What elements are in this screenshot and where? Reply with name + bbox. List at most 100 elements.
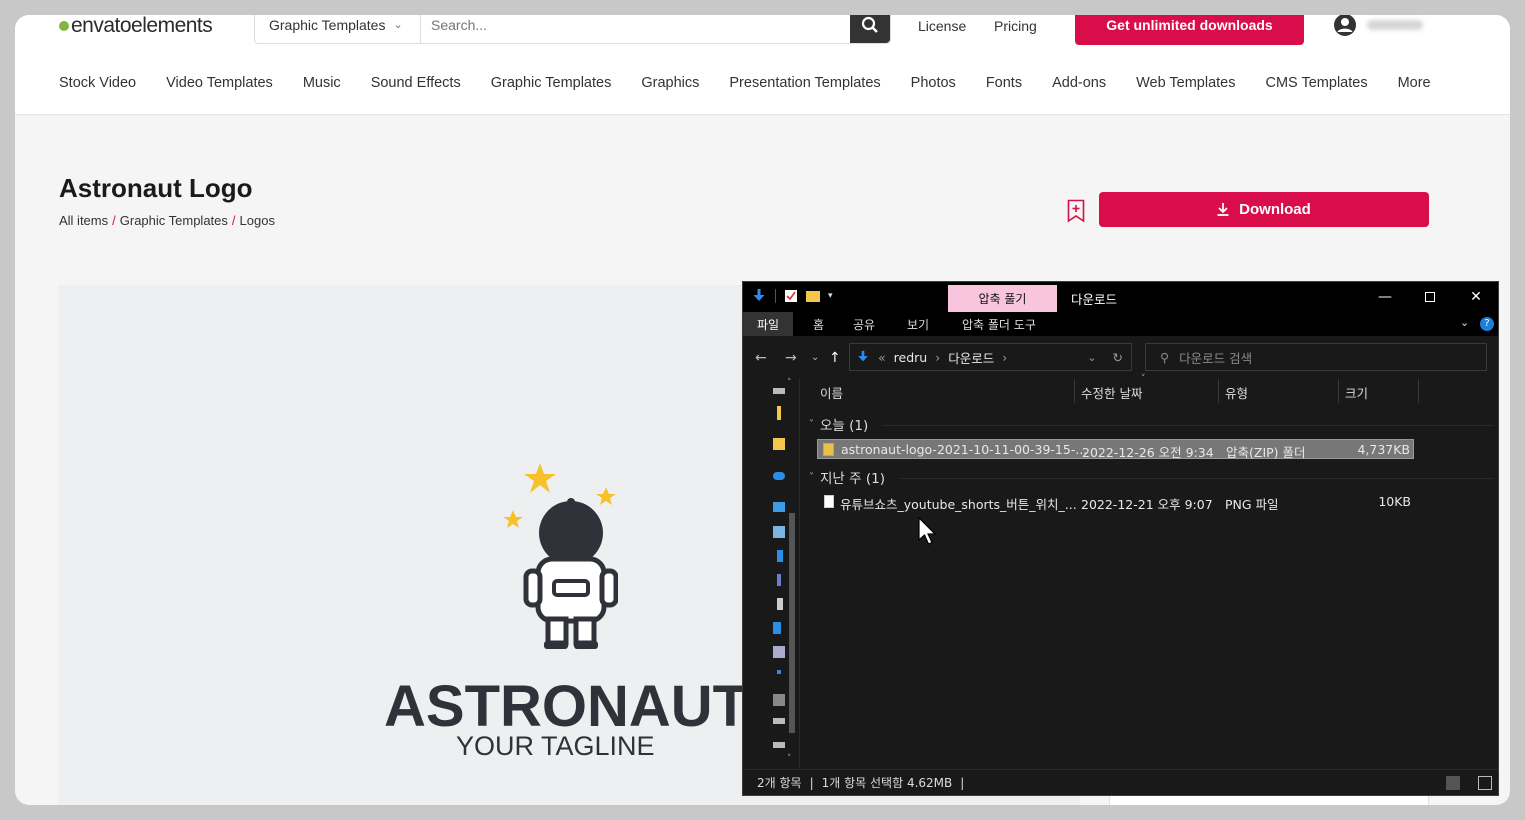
column-header-date[interactable]: 수정한 날짜 (1081, 383, 1142, 402)
envato-logo[interactable]: envatoelements (59, 15, 213, 37)
maximize-button[interactable] (1407, 282, 1453, 312)
mouse-cursor-icon (918, 517, 937, 545)
pricing-link[interactable]: Pricing (994, 15, 1037, 37)
add-to-collection-button[interactable] (1067, 199, 1085, 228)
maximize-icon (1425, 292, 1435, 302)
nav-item-photos[interactable]: Photos (911, 75, 956, 91)
column-header-size[interactable]: 크기 (1345, 383, 1368, 402)
customize-quick-access-icon[interactable]: ▾ (828, 291, 833, 301)
search-category-select[interactable]: Graphic Templates ⌄ (255, 15, 421, 43)
this-pc-icon[interactable] (773, 502, 785, 512)
path-segment-user[interactable]: redru (894, 350, 928, 365)
desktop-folder-icon[interactable] (773, 622, 781, 634)
search-input[interactable] (421, 15, 850, 43)
group-label: 오늘 (1) (820, 418, 869, 434)
ribbon-tab-home[interactable]: 홈 (813, 316, 824, 333)
documents-folder-icon[interactable] (777, 598, 783, 610)
onedrive-icon[interactable] (773, 472, 785, 480)
drive-icon[interactable] (773, 718, 785, 724)
collapse-chevron-icon[interactable]: ˅ (809, 472, 814, 483)
download-folder-icon[interactable] (751, 288, 767, 304)
nav-item-video-templates[interactable]: Video Templates (166, 75, 273, 91)
explorer-titlebar: ▾ 압축 풀기 다운로드 — ✕ (743, 282, 1498, 312)
nav-item-more[interactable]: More (1398, 75, 1431, 91)
search-button[interactable] (850, 15, 890, 43)
up-arrow-icon[interactable]: ↑ (829, 350, 841, 366)
address-dropdown-icon[interactable]: ⌄ (1087, 351, 1096, 364)
quick-access-toolbar: ▾ (751, 288, 833, 304)
videos-folder-icon[interactable] (777, 574, 781, 586)
account-name-blurred (1367, 20, 1423, 30)
file-date: 2022-12-26 오전 9:34 (1082, 445, 1214, 460)
nav-item-stock-video[interactable]: Stock Video (59, 75, 136, 91)
column-divider[interactable] (1418, 379, 1419, 403)
column-header-type[interactable]: 유형 (1225, 383, 1248, 402)
path-chevron-icon: › (935, 349, 941, 365)
music-folder-icon[interactable] (777, 670, 781, 674)
navigation-scrollbar[interactable]: ˄ ˅ (787, 378, 797, 768)
folder-icon[interactable] (777, 406, 781, 420)
nav-item-graphic-templates[interactable]: Graphic Templates (491, 75, 612, 91)
nav-item-music[interactable]: Music (303, 75, 341, 91)
zip-folder-icon (823, 443, 834, 456)
ribbon-tab-file[interactable]: 파일 (743, 312, 794, 336)
pictures-folder-icon[interactable] (773, 646, 785, 658)
scrollbar-thumb[interactable] (789, 513, 795, 733)
network-icon[interactable] (773, 742, 785, 748)
file-row[interactable]: 유튜브쇼츠_youtube_shorts_버튼_위치_... 2022-12-2… (817, 492, 1414, 512)
ribbon-tab-view[interactable]: 보기 (907, 316, 929, 333)
column-header-name[interactable]: 이름 (820, 383, 843, 402)
folder-icon[interactable] (773, 438, 785, 450)
address-bar[interactable]: « redru › 다운로드 › ⌄ ↻ (849, 343, 1132, 371)
get-unlimited-downloads-button[interactable]: Get unlimited downloads (1075, 15, 1304, 45)
path-segment-downloads[interactable]: 다운로드 (948, 348, 994, 367)
close-button[interactable]: ✕ (1453, 282, 1499, 312)
new-folder-icon[interactable] (806, 289, 820, 303)
back-arrow-icon[interactable]: ← (755, 350, 767, 366)
nav-item-add-ons[interactable]: Add-ons (1052, 75, 1106, 91)
download-icon (1217, 203, 1229, 216)
path-overflow[interactable]: « (878, 350, 886, 365)
scroll-down-icon[interactable]: ˅ (787, 754, 792, 764)
breadcrumb-all-items[interactable]: All items (59, 213, 108, 228)
breadcrumb-graphic-templates[interactable]: Graphic Templates (120, 213, 228, 228)
column-divider[interactable] (1338, 379, 1339, 403)
license-link[interactable]: License (918, 15, 966, 37)
nav-item-fonts[interactable]: Fonts (986, 75, 1022, 91)
properties-icon[interactable] (784, 289, 798, 303)
minimize-button[interactable]: — (1362, 282, 1408, 312)
nav-item-presentation-templates[interactable]: Presentation Templates (729, 75, 880, 91)
objects-folder-icon[interactable] (773, 526, 785, 538)
ribbon-tab-compressed-folder-tools[interactable]: 압축 폴더 도구 (962, 316, 1036, 333)
group-header-last-week[interactable]: ˅ 지난 주 (1) (809, 467, 885, 487)
scroll-up-icon[interactable]: ˄ (787, 378, 792, 388)
file-name: astronaut-logo-2021-10-11-00-39-15-... (841, 442, 1088, 457)
local-disk-icon[interactable] (773, 694, 785, 706)
nav-item-sound-effects[interactable]: Sound Effects (371, 75, 461, 91)
details-view-icon[interactable] (1446, 775, 1460, 790)
column-divider[interactable] (1074, 379, 1075, 403)
column-divider[interactable] (1218, 379, 1219, 403)
nav-item-graphics[interactable]: Graphics (641, 75, 699, 91)
forward-arrow-icon[interactable]: → (785, 350, 797, 366)
quick-access-icon[interactable] (773, 388, 785, 394)
downloads-folder-icon[interactable] (777, 550, 783, 562)
file-row[interactable]: astronaut-logo-2021-10-11-00-39-15-... 2… (817, 439, 1414, 460)
account-menu[interactable] (1333, 15, 1423, 37)
extract-context-tab[interactable]: 압축 풀기 (948, 285, 1057, 312)
nav-item-cms-templates[interactable]: CMS Templates (1266, 75, 1368, 91)
help-icon[interactable]: ? (1480, 317, 1494, 331)
download-button[interactable]: Download (1099, 192, 1429, 227)
recent-locations-icon[interactable]: ⌄ (811, 352, 819, 363)
breadcrumb-logos[interactable]: Logos (240, 213, 275, 228)
user-avatar-icon (1334, 15, 1356, 36)
refresh-icon[interactable]: ↻ (1105, 350, 1123, 365)
collapse-chevron-icon[interactable]: ˅ (809, 419, 814, 430)
expand-ribbon-icon[interactable]: ⌄ (1460, 316, 1469, 329)
large-icons-view-icon[interactable] (1478, 775, 1492, 790)
file-type: PNG 파일 (1225, 497, 1279, 512)
nav-item-web-templates[interactable]: Web Templates (1136, 75, 1235, 91)
ribbon-tab-share[interactable]: 공유 (853, 316, 875, 333)
group-header-today[interactable]: ˅ 오늘 (1) (809, 414, 868, 434)
explorer-search-box[interactable]: ⚲ 다운로드 검색 (1145, 343, 1487, 371)
